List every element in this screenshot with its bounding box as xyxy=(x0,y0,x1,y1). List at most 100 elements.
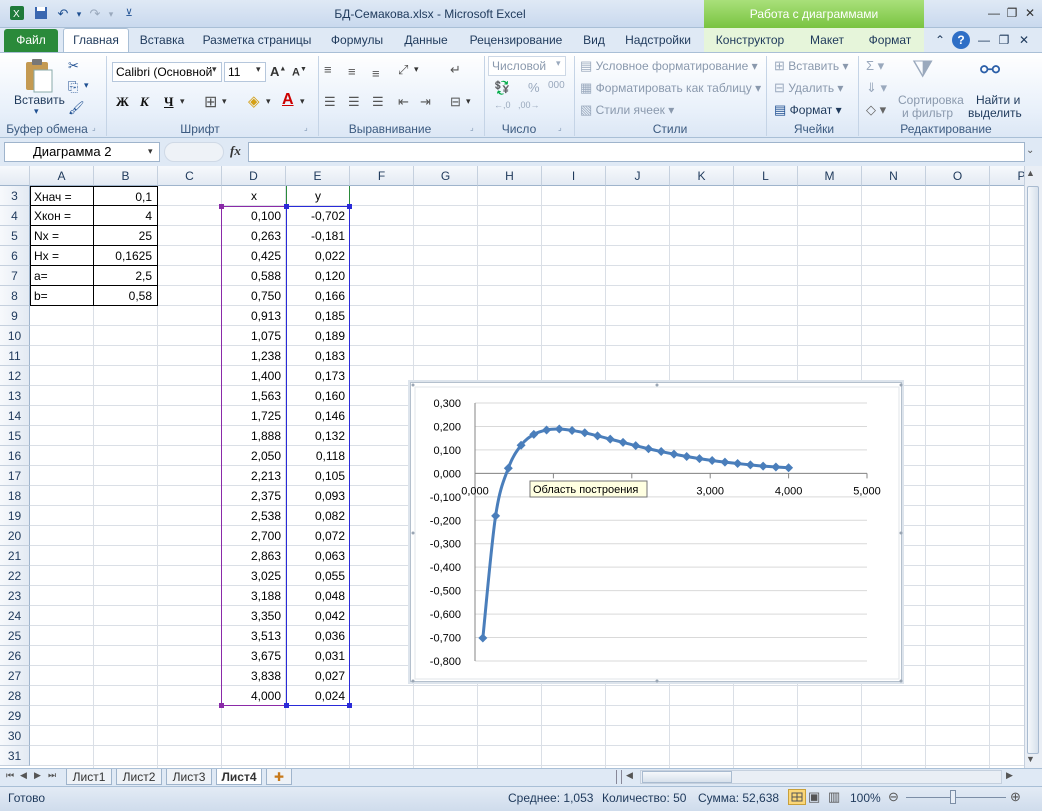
number-format-combo[interactable]: Числовой xyxy=(488,56,566,76)
align-bottom-icon[interactable]: ≡ xyxy=(372,66,380,81)
param-value[interactable]: 0,1 xyxy=(93,186,158,206)
range-handle[interactable] xyxy=(219,703,224,708)
tab-insert[interactable]: Вставка xyxy=(134,28,190,52)
paste-dropdown-icon[interactable]: ▾ xyxy=(34,106,39,117)
insert-function-button[interactable]: fx xyxy=(230,143,241,159)
minimize-icon[interactable]: — xyxy=(986,6,1002,20)
column-header[interactable]: E xyxy=(286,166,350,186)
italic-button[interactable]: К xyxy=(140,94,149,110)
column-header[interactable]: M xyxy=(798,166,862,186)
param-value[interactable]: 4 xyxy=(93,206,158,226)
row-header[interactable]: 4 xyxy=(0,206,30,226)
increase-decimal-icon[interactable]: ←,0 xyxy=(494,100,511,110)
param-label[interactable]: Xнач = xyxy=(30,186,94,206)
zoom-level[interactable]: 100% xyxy=(850,791,881,805)
page-break-view-icon[interactable]: ▥ xyxy=(828,789,840,805)
row-header[interactable]: 23 xyxy=(0,586,30,606)
row-header[interactable]: 25 xyxy=(0,626,30,646)
format-painter-icon[interactable]: 🖌 xyxy=(68,100,85,116)
align-center-icon[interactable]: ☰ xyxy=(348,94,360,110)
merge-dropdown-icon[interactable]: ▾ xyxy=(466,96,471,107)
param-value[interactable]: 0,1625 xyxy=(93,246,158,266)
percent-icon[interactable]: % xyxy=(528,80,540,95)
sheet-tab-3[interactable]: Лист3 xyxy=(166,769,212,785)
name-box-dropdown-icon[interactable]: ▾ xyxy=(148,146,153,157)
tab-addins[interactable]: Надстройки xyxy=(620,28,696,52)
sort-filter-icon[interactable]: ⧩ xyxy=(912,56,933,84)
conditional-formatting-button[interactable]: ▤ Условное форматирование ▾ xyxy=(580,58,758,74)
paste-button[interactable]: Вставить xyxy=(14,93,65,107)
sheet-tab-1[interactable]: Лист1 xyxy=(66,769,112,785)
row-header[interactable]: 30 xyxy=(0,726,30,746)
font-name-combo[interactable]: Calibri (Основной xyxy=(112,62,222,82)
column-header[interactable]: I xyxy=(542,166,606,186)
normal-view-icon[interactable] xyxy=(788,789,806,805)
param-label[interactable]: b= xyxy=(30,286,94,306)
row-header[interactable]: 27 xyxy=(0,666,30,686)
tab-data[interactable]: Данные xyxy=(398,28,454,52)
zoom-out-icon[interactable]: ⊖ xyxy=(888,789,899,805)
format-as-table-button[interactable]: ▦ Форматировать как таблицу ▾ xyxy=(580,80,761,96)
tab-formulas[interactable]: Формулы xyxy=(324,28,390,52)
sort-filter-label-1[interactable]: Сортировка xyxy=(898,93,964,107)
font-name-dropdown-icon[interactable]: ▾ xyxy=(212,64,217,75)
insert-cells-button[interactable]: ⊞ Вставить ▾ xyxy=(774,58,848,74)
tab-file[interactable]: Файл xyxy=(4,29,58,52)
param-label[interactable]: Nx = xyxy=(30,226,94,246)
row-header[interactable]: 24 xyxy=(0,606,30,626)
tab-design[interactable]: Конструктор xyxy=(710,28,790,52)
param-label[interactable]: a= xyxy=(30,266,94,286)
shrink-font-icon[interactable]: A▼ xyxy=(292,66,307,79)
increase-indent-icon[interactable]: ⇥ xyxy=(420,94,431,110)
zoom-slider-thumb[interactable] xyxy=(950,790,956,804)
row-header[interactable]: 13 xyxy=(0,386,30,406)
help-icon[interactable]: ? xyxy=(952,31,970,49)
align-right-icon[interactable]: ☰ xyxy=(372,94,384,110)
column-header[interactable]: H xyxy=(478,166,542,186)
delete-cells-button[interactable]: ⊟ Удалить ▾ xyxy=(774,80,843,96)
font-color-icon[interactable]: A xyxy=(282,91,294,109)
scroll-right-icon[interactable]: ▶ xyxy=(1006,770,1013,781)
tab-split-handle[interactable] xyxy=(616,770,622,784)
zoom-slider[interactable] xyxy=(906,797,1006,798)
font-launcher-icon[interactable]: ⌟ xyxy=(304,123,308,132)
row-header[interactable]: 14 xyxy=(0,406,30,426)
wrap-text-icon[interactable]: ↵ xyxy=(450,62,461,78)
vertical-scroll-thumb[interactable] xyxy=(1027,186,1039,754)
cell-styles-button[interactable]: ▧ Стили ячеек ▾ xyxy=(580,102,674,118)
close-icon[interactable]: ✕ xyxy=(1022,6,1038,20)
page-layout-view-icon[interactable]: ▣ xyxy=(808,789,820,805)
column-header[interactable]: P xyxy=(990,166,1024,186)
scroll-left-icon[interactable]: ◀ xyxy=(626,770,633,781)
ribbon-close-icon[interactable]: ✕ xyxy=(1016,28,1032,52)
row-header[interactable]: 6 xyxy=(0,246,30,266)
column-header[interactable]: C xyxy=(158,166,222,186)
formula-input[interactable] xyxy=(248,142,1025,162)
column-header[interactable]: N xyxy=(862,166,926,186)
find-select-label-2[interactable]: выделить xyxy=(968,106,1022,120)
new-sheet-icon[interactable]: ✚ xyxy=(266,769,292,785)
range-handle[interactable] xyxy=(284,204,289,209)
currency-icon[interactable]: 💱 xyxy=(494,80,510,96)
row-header[interactable]: 12 xyxy=(0,366,30,386)
row-header[interactable]: 29 xyxy=(0,706,30,726)
last-sheet-icon[interactable]: ⏭ xyxy=(48,770,56,781)
borders-icon[interactable]: ⊞ xyxy=(204,92,217,112)
underline-button[interactable]: Ч xyxy=(164,94,174,110)
column-header[interactable]: J xyxy=(606,166,670,186)
row-header[interactable]: 18 xyxy=(0,486,30,506)
fill-color-icon[interactable]: ◈ xyxy=(248,92,260,110)
minimize-ribbon-icon[interactable]: ⌃ xyxy=(932,28,948,52)
range-handle[interactable] xyxy=(347,204,352,209)
orientation-icon[interactable]: ⤢ xyxy=(398,62,408,78)
ribbon-restore-icon[interactable]: ❐ xyxy=(996,28,1012,52)
tab-page-layout[interactable]: Разметка страницы xyxy=(198,28,316,52)
fill-dropdown-icon[interactable]: ▾ xyxy=(266,96,271,107)
range-handle[interactable] xyxy=(219,204,224,209)
column-header[interactable]: G xyxy=(414,166,478,186)
formula-bar-divider[interactable] xyxy=(164,142,224,162)
row-header[interactable]: 21 xyxy=(0,546,30,566)
range-handle[interactable] xyxy=(284,703,289,708)
row-header[interactable]: 5 xyxy=(0,226,30,246)
borders-dropdown-icon[interactable]: ▾ xyxy=(222,96,227,107)
